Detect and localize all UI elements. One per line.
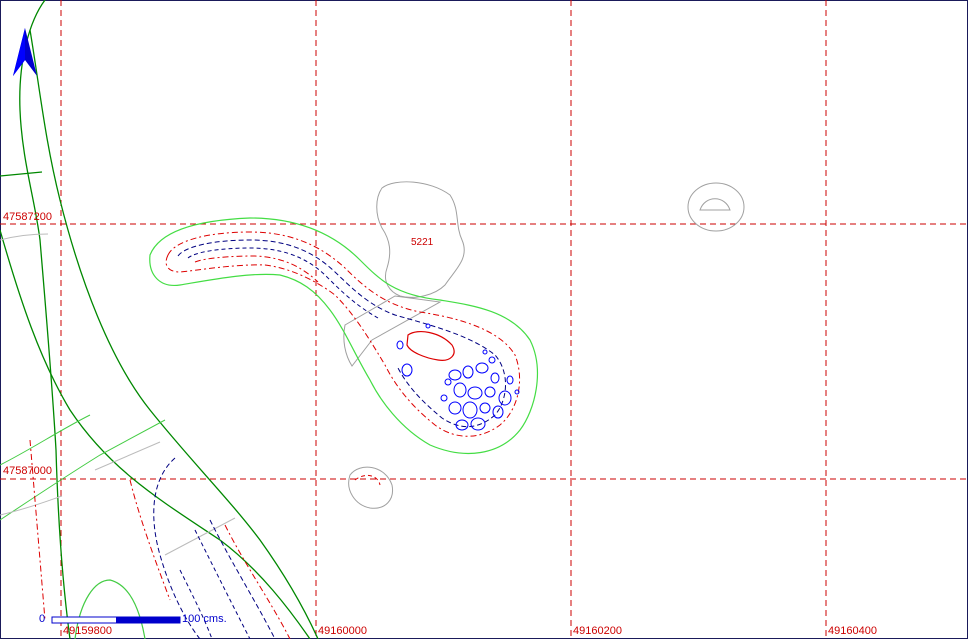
grid-label-x-3: 49160200 bbox=[573, 625, 622, 637]
grid-label-y-1: 47587200 bbox=[3, 211, 52, 223]
scale-start-label: 0 bbox=[39, 613, 45, 625]
grid-label-x-1: 49159800 bbox=[63, 625, 112, 637]
map-canvas[interactable]: 49159800 49160000 49160200 49160400 4758… bbox=[0, 0, 968, 639]
grid-label-y-2: 47587000 bbox=[3, 465, 52, 477]
grid-label-x-2: 49160000 bbox=[318, 625, 367, 637]
scale-end-label: 100 cms. bbox=[182, 613, 227, 625]
feature-label: 5221 bbox=[411, 237, 434, 248]
grid-label-x-4: 49160400 bbox=[828, 625, 877, 637]
